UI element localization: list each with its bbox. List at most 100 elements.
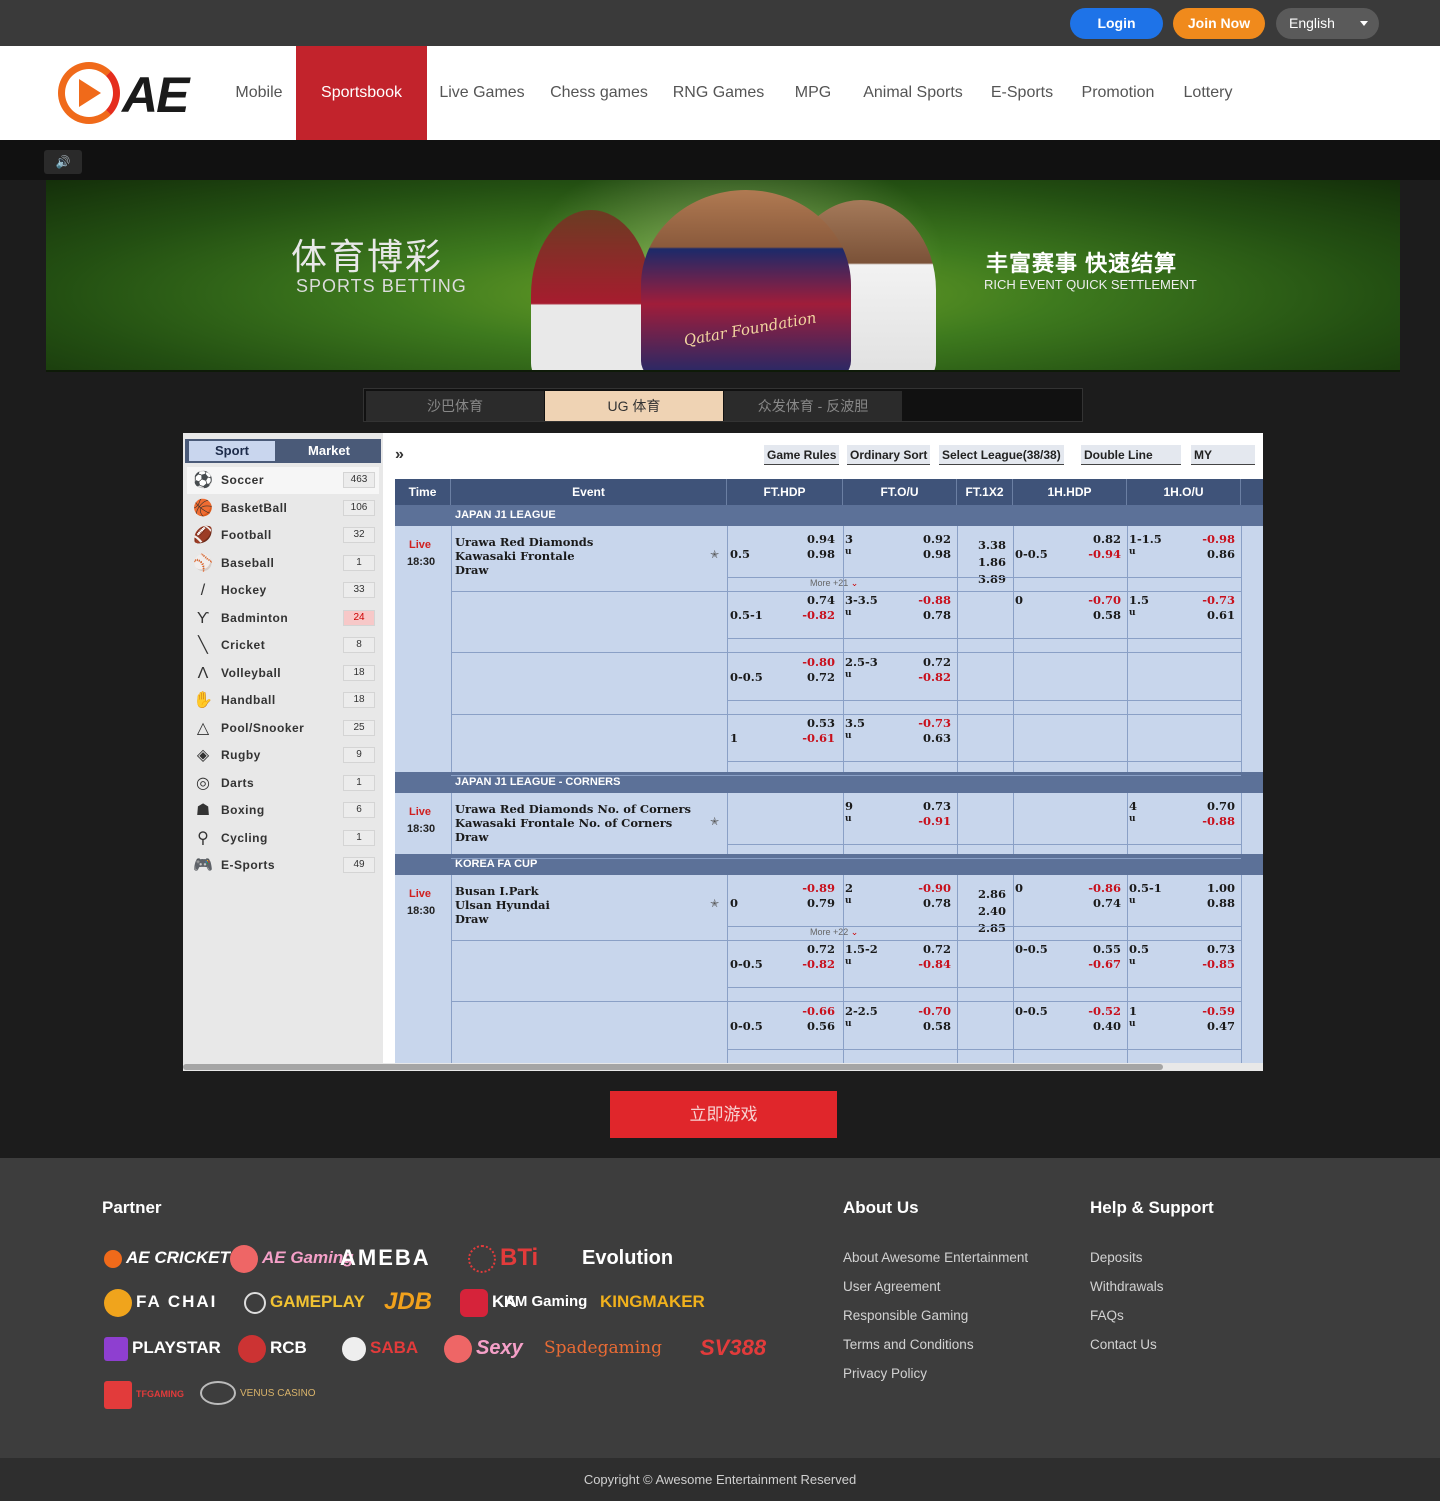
partner-kingmaker[interactable]: KINGMAKER [600,1284,705,1320]
partner-tfgaming[interactable]: TFGAMING [104,1376,184,1412]
ou-odds-under[interactable]: 0.78 [909,896,951,910]
link-privacy[interactable]: Privacy Policy [843,1366,927,1381]
sport-item[interactable]: Λ Volleyball 18 [187,660,379,687]
partner-ae-cricket[interactable]: AE CRICKET [104,1240,230,1276]
hdp-odds-away[interactable]: 0.79 [795,896,835,910]
link-contact[interactable]: Contact Us [1090,1337,1157,1352]
hdp-odds-away[interactable]: 0.98 [795,547,835,561]
ou-odds-under[interactable]: 0.63 [909,731,951,745]
sport-item[interactable]: / Hockey 33 [187,577,379,604]
favorite-star-icon[interactable]: ✭ [710,548,719,561]
tab-sport[interactable]: Sport [189,441,275,461]
1h-ou-odds-under[interactable]: 0.47 [1193,1019,1235,1033]
link-responsible-gaming[interactable]: Responsible Gaming [843,1308,968,1323]
ou-odds-over[interactable]: -0.70 [909,1004,951,1018]
ou-odds-over[interactable]: -0.90 [909,881,951,895]
1h-ou-odds-over[interactable]: 0.70 [1193,799,1235,813]
sport-item[interactable]: ◈ Rugby 9 [187,742,379,769]
partner-sexy[interactable]: Sexy [444,1330,523,1366]
ou-odds-over[interactable]: -0.88 [909,593,951,607]
1h-ou-odds-over[interactable]: -0.98 [1193,532,1235,546]
ou-odds-over[interactable]: 0.92 [909,532,951,546]
hdp-odds-away[interactable]: -0.61 [795,731,835,745]
odds-1x2[interactable]: 2.85 [978,921,1006,935]
partner-fa-chai[interactable]: FA CHAI [104,1284,217,1320]
nav-sportsbook[interactable]: Sportsbook [296,46,427,140]
sport-item[interactable]: ⚽ Soccer 463 [187,467,379,494]
link-faqs[interactable]: FAQs [1090,1308,1124,1323]
odds-1x2[interactable]: 2.86 [978,887,1006,901]
partner-sv388[interactable]: SV388 [700,1330,766,1366]
nav-animal-sports[interactable]: Animal Sports [854,46,972,140]
1h-ou-odds-under[interactable]: -0.88 [1193,814,1235,828]
hdp-odds-home[interactable]: -0.89 [795,881,835,895]
expand-arrows-icon[interactable]: » [395,446,404,464]
hdp-odds-away[interactable]: 0.72 [795,670,835,684]
sport-item[interactable]: ϒ Badminton 24 [187,605,379,632]
tab-ug-sports[interactable]: UG 体育 [545,391,723,421]
hdp-odds-away[interactable]: -0.82 [795,608,835,622]
ou-odds-under[interactable]: -0.91 [909,814,951,828]
sport-item[interactable]: △ Pool/Snooker 25 [187,715,379,742]
ou-odds-over[interactable]: -0.73 [909,716,951,730]
select-league-button[interactable]: Select League(38/38) [939,445,1064,465]
1h-ou-odds-under[interactable]: 0.88 [1193,896,1235,910]
partner-saba[interactable]: SABA [342,1330,418,1366]
1h-hdp-odds-home[interactable]: -0.52 [1079,1004,1121,1018]
1h-hdp-odds-home[interactable]: 0.82 [1079,532,1121,546]
favorite-star-icon[interactable]: ✭ [710,815,719,828]
language-select[interactable]: English [1276,8,1379,39]
sport-item[interactable]: ☗ Boxing 6 [187,797,379,824]
partner-bti[interactable]: BTi [468,1240,538,1276]
nav-mpg[interactable]: MPG [784,46,842,140]
ou-odds-under[interactable]: 0.78 [909,608,951,622]
odds-type-select[interactable]: MY [1191,445,1255,465]
partner-ameba[interactable]: AMEBA [340,1240,431,1276]
ordinary-sort-button[interactable]: Ordinary Sort [847,445,931,465]
speaker-icon[interactable]: 🔊 [44,150,82,174]
1h-hdp-odds-home[interactable]: -0.70 [1079,593,1121,607]
1h-ou-odds-over[interactable]: 1.00 [1193,881,1235,895]
1h-ou-odds-under[interactable]: 0.86 [1193,547,1235,561]
ou-odds-over[interactable]: 0.73 [909,799,951,813]
1h-ou-odds-over[interactable]: 0.73 [1193,942,1235,956]
hdp-odds-home[interactable]: 0.72 [795,942,835,956]
tab-market[interactable]: Market [283,441,375,461]
more-markets-link[interactable]: More +22 ⌄ [810,927,858,938]
partner-evolution[interactable]: Evolution [582,1240,673,1276]
favorite-star-icon[interactable]: ✭ [710,897,719,910]
link-deposits[interactable]: Deposits [1090,1250,1143,1265]
sport-item[interactable]: ⚲ Cycling 1 [187,825,379,852]
odds-1x2[interactable]: 3.38 [978,538,1006,552]
1h-ou-odds-over[interactable]: -0.73 [1193,593,1235,607]
sport-item[interactable]: ◎ Darts 1 [187,770,379,797]
partner-venus-casino[interactable]: VENUS CASINO [200,1376,316,1412]
hdp-odds-home[interactable]: -0.66 [795,1004,835,1018]
link-terms[interactable]: Terms and Conditions [843,1337,974,1352]
1h-hdp-odds-away[interactable]: 0.74 [1079,896,1121,910]
1h-hdp-odds-away[interactable]: 0.58 [1079,608,1121,622]
sport-item[interactable]: 🏈 Football 32 [187,522,379,549]
nav-lottery[interactable]: Lottery [1174,46,1242,140]
nav-mobile[interactable]: Mobile [222,46,296,140]
nav-promotion[interactable]: Promotion [1072,46,1164,140]
ou-odds-under[interactable]: -0.84 [909,957,951,971]
hdp-odds-away[interactable]: 0.56 [795,1019,835,1033]
nav-rng-games[interactable]: RNG Games [665,46,772,140]
sport-item[interactable]: 🏀 BasketBall 106 [187,495,379,522]
sport-item[interactable]: 🎮 E-Sports 49 [187,852,379,879]
link-user-agreement[interactable]: User Agreement [843,1279,941,1294]
login-button[interactable]: Login [1070,8,1163,39]
odds-1x2[interactable]: 3.89 [978,572,1006,586]
tab-saba-sports[interactable]: 沙巴体育 [366,391,544,421]
partner-ae-gaming[interactable]: AE Gaming [230,1240,354,1276]
tab-zhongfa-sports[interactable]: 众发体育 - 反波胆 [724,391,902,421]
partner-gameplay[interactable]: GAMEPLAY [244,1284,365,1320]
1h-ou-odds-under[interactable]: 0.61 [1193,608,1235,622]
nav-e-sports[interactable]: E-Sports [982,46,1062,140]
hdp-odds-home[interactable]: -0.80 [795,655,835,669]
play-now-button[interactable]: 立即游戏 [610,1091,837,1138]
ou-odds-under[interactable]: 0.98 [909,547,951,561]
1h-hdp-odds-home[interactable]: -0.86 [1079,881,1121,895]
hdp-odds-home[interactable]: 0.94 [795,532,835,546]
